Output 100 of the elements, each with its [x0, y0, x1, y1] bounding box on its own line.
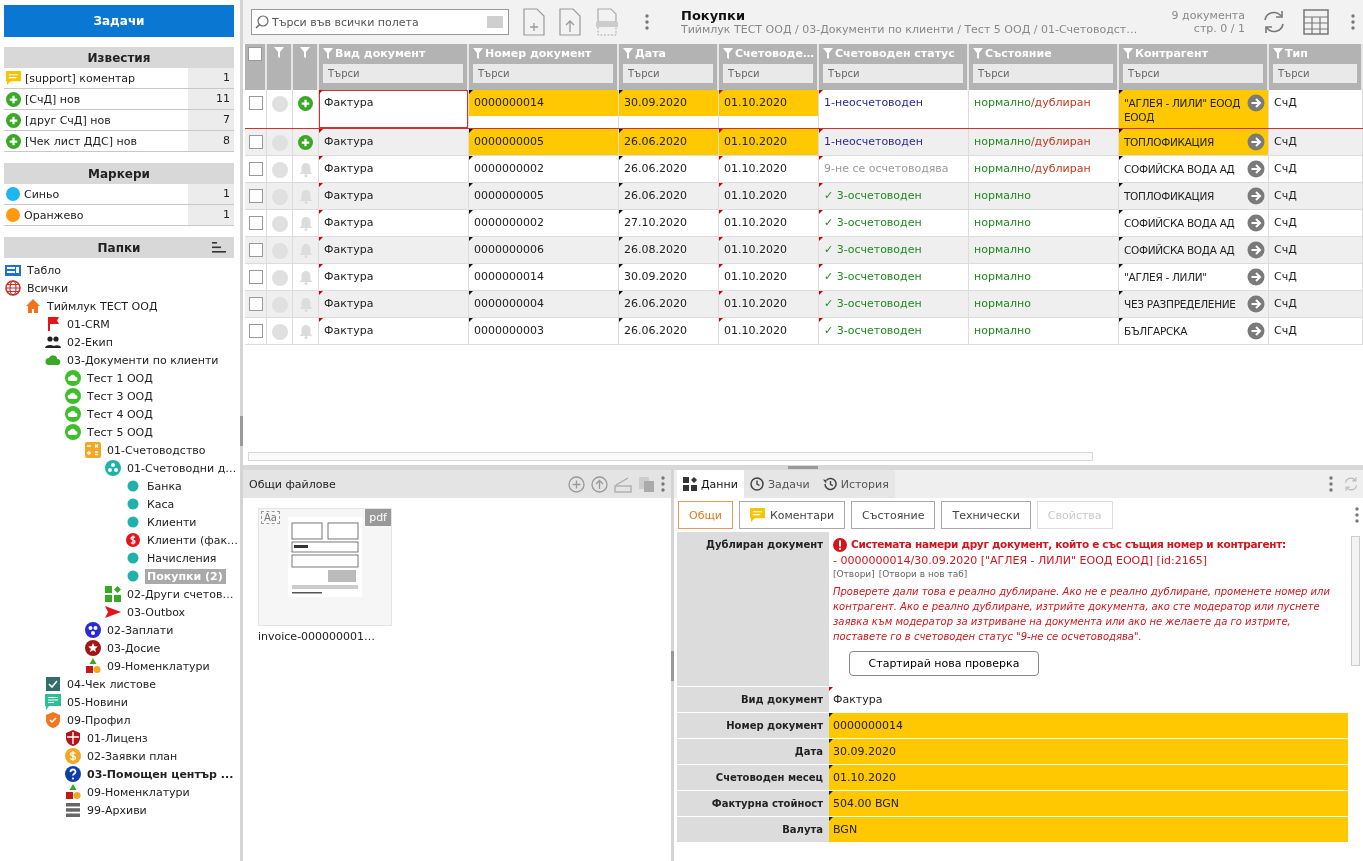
filter-icon[interactable]	[300, 47, 310, 58]
filter-field[interactable]: Търси	[723, 64, 813, 83]
more-icon[interactable]	[645, 14, 649, 30]
filter-field[interactable]: Търси	[623, 64, 713, 83]
row-checkbox[interactable]	[248, 96, 263, 110]
ocr-label[interactable]: Aa	[261, 511, 280, 524]
add-icon[interactable]	[568, 475, 585, 493]
tree-item[interactable]: Тиймлук ТЕСТ ООД	[45, 298, 161, 314]
copy-icon[interactable]	[638, 475, 655, 493]
select-all-checkbox[interactable]	[248, 47, 262, 61]
table-cell: Фактура	[319, 264, 469, 290]
tree-item[interactable]: Тест 4 ООД	[85, 406, 156, 422]
tree-item[interactable]: 01-Счетоводство	[105, 442, 209, 458]
row-checkbox[interactable]	[248, 135, 263, 149]
tree-item[interactable]: 04-Чек листове	[65, 676, 160, 692]
tree-item[interactable]: 01-Счетоводни д…	[125, 460, 240, 476]
notification-item[interactable]: [Чек лист ДДС] нов	[25, 134, 137, 148]
filter-icon[interactable]	[274, 47, 284, 58]
tree-item[interactable]: Начисления	[145, 550, 220, 566]
more-icon[interactable]	[1351, 14, 1355, 30]
tree-item[interactable]: 99-Архиви	[85, 802, 150, 818]
tree-item[interactable]: 09-Профил	[65, 712, 134, 728]
search-field[interactable]: Търси във всички полета	[251, 9, 509, 35]
filter-icon[interactable]	[1123, 48, 1133, 59]
tree-item[interactable]: 03-Помощен център ...	[85, 766, 237, 782]
row-checkbox[interactable]	[248, 324, 263, 338]
tree-item[interactable]: Каса	[145, 496, 178, 512]
tree-item[interactable]: Табло	[25, 262, 64, 278]
tab[interactable]: История	[815, 470, 895, 498]
upload-icon[interactable]	[591, 475, 608, 493]
link[interactable]: [Отвори]	[833, 569, 875, 579]
filter-icon[interactable]	[473, 48, 483, 59]
table-cell: ✓ 3-осчетоводен	[819, 264, 969, 290]
row-checkbox[interactable]	[248, 189, 263, 203]
tree-item[interactable]: Банка	[145, 478, 185, 494]
tree-item[interactable]: Тест 1 ООД	[85, 370, 156, 386]
tree-item[interactable]: Клиенти (фак…	[145, 532, 240, 548]
grid-icon[interactable]	[1303, 9, 1329, 35]
row-checkbox[interactable]	[248, 216, 263, 230]
sub-tab[interactable]: Технически	[941, 501, 1031, 529]
tree-item[interactable]: 02-Други счетов…	[125, 586, 237, 602]
filter-icon[interactable]	[323, 48, 333, 59]
tree-item[interactable]: 02-Заявки план	[85, 748, 181, 764]
notification-item[interactable]: [друг СчД] нов	[25, 113, 111, 127]
tab[interactable]: Данни	[677, 470, 744, 498]
tree-item[interactable]: 03-Документи по клиенти	[65, 352, 222, 368]
scanner-icon[interactable]	[614, 475, 632, 493]
marker-item[interactable]: Синьо	[24, 187, 60, 201]
new-file-icon[interactable]	[523, 8, 545, 36]
tree-item[interactable]: Всички	[25, 280, 72, 296]
link[interactable]: [Отвори в нов таб]	[878, 569, 968, 579]
notification-item[interactable]: [СчД] нов	[25, 92, 81, 106]
tree-item[interactable]: 01-Лиценз	[85, 730, 151, 746]
recheck-button[interactable]: Стартирай нова проверка	[849, 651, 1039, 676]
filter-field[interactable]: Търси	[473, 64, 613, 83]
refresh-icon[interactable]	[1343, 476, 1359, 492]
filter-field[interactable]: Търси	[323, 64, 463, 83]
refresh-icon[interactable]	[1261, 9, 1287, 35]
filter-icon[interactable]	[1273, 48, 1283, 59]
more-icon[interactable]	[1355, 507, 1359, 523]
tree-item[interactable]: 03-Outbox	[125, 604, 189, 620]
tree-item[interactable]: 09-Номенклатури	[85, 784, 193, 800]
tasks-button[interactable]: Задачи	[4, 5, 234, 37]
filter-icon[interactable]	[973, 48, 983, 59]
row-checkbox[interactable]	[248, 270, 263, 284]
tree-item[interactable]: 03-Досие	[105, 640, 164, 656]
tree-item[interactable]: 01-CRM	[65, 316, 113, 332]
tree-item[interactable]: Клиенти	[145, 514, 200, 530]
file-name[interactable]: invoice-000000001…	[258, 630, 398, 643]
notification-item[interactable]: [support] коментар	[25, 71, 136, 85]
filter-field[interactable]: Търси	[1123, 64, 1263, 83]
table-cell: 26.06.2020	[619, 156, 719, 182]
filter-icon[interactable]	[723, 48, 733, 59]
tree-item[interactable]: Тест 3 ООД	[85, 388, 156, 404]
sub-tab[interactable]: Коментари	[738, 501, 846, 529]
more-icon[interactable]	[661, 476, 665, 492]
file-card[interactable]: Aa pdf	[258, 508, 392, 626]
more-icon[interactable]	[1329, 476, 1333, 492]
scanner-icon[interactable]	[595, 8, 619, 36]
tree-item[interactable]: 09-Номенклатури	[105, 658, 213, 674]
filter-field[interactable]: Търси	[823, 64, 963, 83]
scrollbar[interactable]	[248, 452, 1093, 461]
row-checkbox[interactable]	[248, 162, 263, 176]
tree-item[interactable]: 05-Новини	[65, 694, 131, 710]
field-value: 30.09.2020	[829, 739, 1348, 764]
filter-icon[interactable]	[823, 48, 833, 59]
tree-item[interactable]: Тест 5 ООД	[85, 424, 156, 440]
tab[interactable]: Задачи	[743, 470, 816, 498]
upload-icon[interactable]	[559, 8, 581, 36]
sub-tab[interactable]: Състояние	[851, 501, 936, 529]
row-checkbox[interactable]	[248, 243, 263, 257]
filter-field[interactable]: Търси	[973, 64, 1113, 83]
scrollbar[interactable]	[1351, 536, 1360, 666]
sort-icon[interactable]	[212, 242, 226, 253]
tree-item[interactable]: 02-Заплати	[105, 622, 177, 638]
filter-icon[interactable]	[623, 48, 633, 59]
filter-field[interactable]: Търси	[1273, 64, 1357, 83]
row-checkbox[interactable]	[248, 297, 263, 311]
tree-item[interactable]: 02-Екип	[65, 334, 116, 350]
marker-item[interactable]: Оранжево	[24, 208, 84, 222]
